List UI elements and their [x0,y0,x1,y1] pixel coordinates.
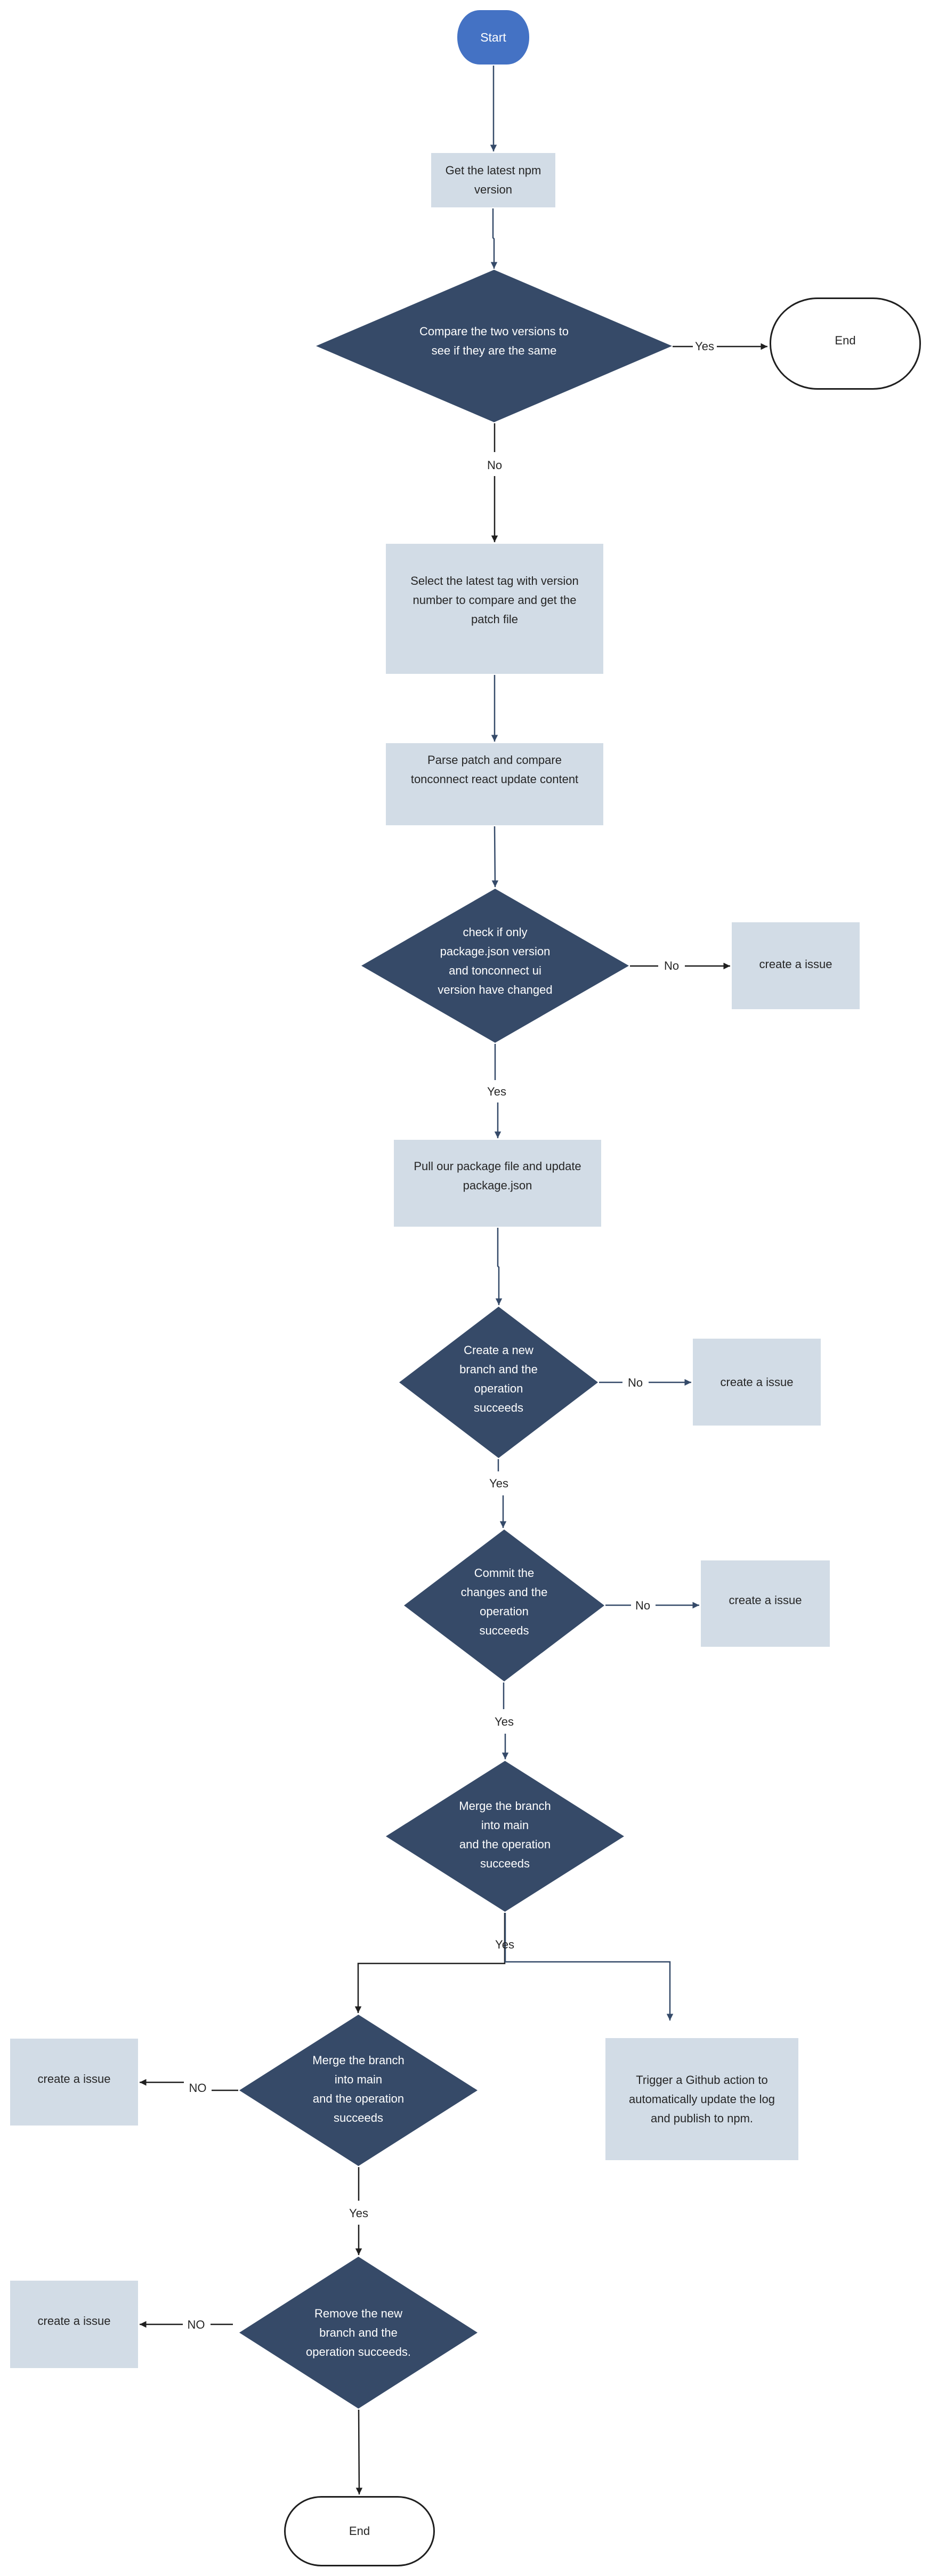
edge-label-remove-no: NO [185,2318,207,2332]
remove-branch-decision[interactable]: Remove the new branch and the operation … [239,2257,478,2409]
parse-patch-node[interactable]: Parse patch and compare tonconnect react… [386,743,603,825]
issue-label-1: create a issue [759,957,832,971]
merge-main-decision-1[interactable]: Merge the branch into main and the opera… [386,1761,624,1912]
end-top-label: End [835,333,856,347]
create-branch-label: Create a new branch and the operation su… [459,1343,538,1414]
get-npm-version-node[interactable]: Get the latest npm version [431,153,555,207]
edge-label-merge2-yes: Yes [347,2207,370,2220]
flowchart-canvas: Start Get the latest npm version Compare… [0,0,930,2576]
connector-merge1-to-trigger [504,1913,674,2020]
issue-label-5: create a issue [37,2314,111,2328]
issue-node-1[interactable]: create a issue [732,922,860,1009]
end-top-node[interactable]: End [770,297,921,390]
create-branch-decision[interactable]: Create a new branch and the operation su… [399,1307,598,1458]
connector-pull-to-branch [495,1228,503,1305]
remove-branch-label: Remove the new branch and the operation … [306,2306,411,2358]
issue-label-4: create a issue [37,2072,111,2086]
compare-versions-label: Compare the two versions to see if they … [419,325,569,357]
edge-label-branch-no: No [625,1376,645,1390]
edge-label-commit-no: No [633,1599,653,1613]
issue-node-4[interactable]: create a issue [10,2039,138,2126]
connector-merge1-to-merge2 [354,1913,506,2013]
edge-label-merge2-no: NO [187,2081,209,2095]
select-tag-label: Select the latest tag with version numbe… [410,574,579,626]
trigger-action-node[interactable]: Trigger a Github action to automatically… [605,2038,798,2160]
connector-npm-to-compare [490,208,498,269]
check-changes-decision[interactable]: check if only package.json version and t… [361,889,629,1043]
issue-node-3[interactable]: create a issue [701,1560,830,1647]
merge-main-label-1: Merge the branch into main and the opera… [459,1799,551,1870]
edge-label-branch-yes: Yes [487,1477,511,1491]
edge-label-check-no: No [661,959,682,973]
start-label: Start [480,30,506,44]
edge-label-compare-no: No [484,458,505,472]
commit-changes-decision[interactable]: Commit the changes and the operation suc… [404,1529,604,1681]
parse-patch-label: Parse patch and compare tonconnect react… [410,753,579,786]
end-bottom-node[interactable]: End [284,2496,435,2566]
edge-label-commit-yes: Yes [492,1715,516,1729]
edge-label-merge1-yes: Yes [495,1938,514,1951]
select-tag-node[interactable]: Select the latest tag with version numbe… [386,544,603,674]
trigger-action-label: Trigger a Github action to automatically… [629,2073,775,2125]
get-npm-version-label: Get the latest npm version [445,164,541,196]
issue-node-2[interactable]: create a issue [693,1339,821,1426]
pull-package-node[interactable]: Pull our package file and update package… [394,1140,601,1227]
merge-main-decision-2[interactable]: Merge the branch into main and the opera… [239,2015,478,2166]
issue-label-2: create a issue [720,1375,794,1389]
commit-changes-label: Commit the changes and the operation suc… [460,1566,548,1637]
merge-main-label-2: Merge the branch into main and the opera… [312,2054,405,2124]
compare-versions-decision[interactable]: Compare the two versions to see if they … [316,270,672,422]
pull-package-label: Pull our package file and update package… [414,1160,581,1192]
edge-label-check-yes: Yes [485,1085,508,1099]
end-bottom-label: End [349,2524,370,2538]
issue-label-3: create a issue [729,1593,802,1607]
check-changes-label: check if only package.json version and t… [438,925,553,996]
edge-label-compare-yes: Yes [693,340,716,353]
issue-node-5[interactable]: create a issue [10,2281,138,2368]
start-node[interactable]: Start [457,10,529,65]
